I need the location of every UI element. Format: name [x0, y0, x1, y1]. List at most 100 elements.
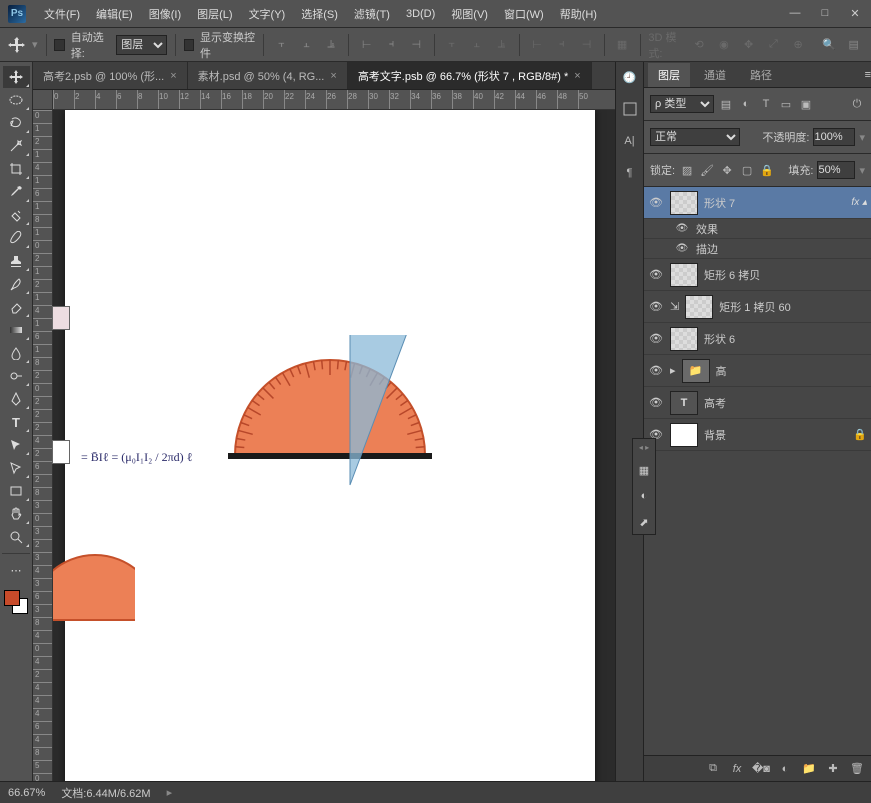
- layer-name[interactable]: 形状 7: [704, 195, 845, 211]
- search-icon[interactable]: 🔍: [820, 34, 839, 56]
- layer-name[interactable]: 高: [716, 363, 867, 379]
- lock-position-icon[interactable]: ✥: [719, 162, 735, 178]
- align-hcenter-icon[interactable]: ⫞: [382, 34, 401, 56]
- adjustments-icon[interactable]: ◐: [636, 488, 652, 504]
- close-icon[interactable]: ×: [330, 70, 336, 82]
- visibility-icon[interactable]: 👁: [648, 268, 664, 281]
- lock-all-icon[interactable]: 🔒: [759, 162, 775, 178]
- visibility-icon[interactable]: 👁: [648, 364, 664, 377]
- filter-adjust-icon[interactable]: ◐: [738, 96, 754, 112]
- ruler-horizontal[interactable]: 0246810121416182022242628303234363840424…: [53, 90, 615, 110]
- window-minimize[interactable]: —: [787, 7, 803, 20]
- menu-window[interactable]: 窗口(W): [496, 6, 552, 22]
- delete-icon[interactable]: 🗑: [849, 761, 865, 777]
- menu-layer[interactable]: 图层(L): [189, 6, 240, 22]
- distribute-top-icon[interactable]: ⫟: [442, 34, 461, 56]
- menu-help[interactable]: 帮助(H): [552, 6, 605, 22]
- align-left-icon[interactable]: ⊢: [357, 34, 376, 56]
- marquee-tool[interactable]: [3, 89, 30, 111]
- menu-filter[interactable]: 滤镜(T): [346, 6, 398, 22]
- layer-item[interactable]: 👁 形状 7 fx ▴: [644, 187, 871, 219]
- libraries-icon[interactable]: ⬈: [636, 514, 652, 530]
- align-top-icon[interactable]: ⫟: [272, 34, 291, 56]
- visibility-icon[interactable]: 👁: [648, 332, 664, 345]
- workspace-icon[interactable]: ▤: [844, 34, 863, 56]
- adjustment-icon[interactable]: ◐: [777, 761, 793, 777]
- distribute-left-icon[interactable]: ⊢: [528, 34, 547, 56]
- 3d-pan-icon[interactable]: ✥: [739, 34, 758, 56]
- show-transform-checkbox[interactable]: [184, 39, 194, 51]
- fx-icon[interactable]: fx: [729, 761, 745, 777]
- blur-tool[interactable]: [3, 342, 30, 364]
- menu-select[interactable]: 选择(S): [293, 6, 346, 22]
- fill-input[interactable]: [817, 161, 855, 179]
- opacity-input[interactable]: [813, 128, 855, 146]
- canvas[interactable]: = B̄Iℓ = (μ₀I₁I₂ / 2πd) ℓ: [53, 110, 615, 781]
- menu-type[interactable]: 文字(Y): [241, 6, 294, 22]
- panel-menu-icon[interactable]: ≡: [865, 69, 871, 81]
- align-vcenter-icon[interactable]: ⫠: [297, 34, 316, 56]
- history-brush-tool[interactable]: [3, 273, 30, 295]
- align-right-icon[interactable]: ⊣: [407, 34, 426, 56]
- layer-thumb[interactable]: [670, 263, 698, 287]
- layer-item[interactable]: 👁 矩形 6 拷贝: [644, 259, 871, 291]
- gradient-tool[interactable]: [3, 319, 30, 341]
- visibility-icon[interactable]: 👁: [648, 300, 664, 313]
- properties-icon[interactable]: ▦: [636, 462, 652, 478]
- eyedropper-tool[interactable]: [3, 181, 30, 203]
- pen-tool[interactable]: [3, 388, 30, 410]
- lock-pixels-icon[interactable]: 🖌: [699, 162, 715, 178]
- dodge-tool[interactable]: [3, 365, 30, 387]
- layer-name[interactable]: 矩形 6 拷贝: [704, 267, 867, 283]
- layer-name[interactable]: 形状 6: [704, 331, 867, 347]
- layer-folder[interactable]: 👁 ▸ 📁 高: [644, 355, 871, 387]
- link-layers-icon[interactable]: ⧉: [705, 761, 721, 777]
- 3d-scale-icon[interactable]: ⊕: [789, 34, 808, 56]
- layer-thumb[interactable]: [685, 295, 713, 319]
- edit-toolbar[interactable]: ⋯: [3, 559, 30, 581]
- group-icon[interactable]: 📁: [801, 761, 817, 777]
- window-close[interactable]: ✕: [847, 7, 863, 20]
- direct-select-tool[interactable]: [3, 457, 30, 479]
- auto-align-icon[interactable]: ▦: [613, 34, 632, 56]
- hand-tool[interactable]: [3, 503, 30, 525]
- doc-size-readout[interactable]: 文档:6.44M/6.62M: [61, 785, 150, 801]
- blend-mode-dropdown[interactable]: 正常: [650, 128, 740, 146]
- path-select-tool[interactable]: [3, 434, 30, 456]
- filter-type-icon[interactable]: T: [758, 96, 774, 112]
- filter-smart-icon[interactable]: ▣: [798, 96, 814, 112]
- expand-icon[interactable]: ▸: [670, 364, 676, 377]
- layer-name[interactable]: 高考: [704, 395, 867, 411]
- layer-thumb[interactable]: [670, 327, 698, 351]
- layer-background[interactable]: 👁 背景 🔒: [644, 419, 871, 451]
- lock-transparent-icon[interactable]: ▨: [679, 162, 695, 178]
- ruler-vertical[interactable]: 0121416181021214161820222426283032343638…: [33, 110, 53, 781]
- document-tab-1[interactable]: 素材.psd @ 50% (4, RG...×: [188, 62, 348, 89]
- menu-image[interactable]: 图像(I): [141, 6, 189, 22]
- stamp-tool[interactable]: [3, 250, 30, 272]
- auto-select-dropdown[interactable]: 图层: [116, 35, 167, 55]
- align-bottom-icon[interactable]: ⫡: [322, 34, 341, 56]
- layer-item[interactable]: 👁 ⇲ 矩形 1 拷贝 60: [644, 291, 871, 323]
- lock-artboard-icon[interactable]: ▢: [739, 162, 755, 178]
- tab-layers[interactable]: 图层: [648, 63, 690, 87]
- visibility-icon[interactable]: 👁: [648, 196, 664, 209]
- brush-tool[interactable]: [3, 227, 30, 249]
- layer-item[interactable]: 👁 形状 6: [644, 323, 871, 355]
- new-layer-icon[interactable]: ✚: [825, 761, 841, 777]
- auto-select-checkbox[interactable]: [54, 39, 64, 51]
- lock-icon[interactable]: 🔒: [853, 428, 867, 441]
- window-maximize[interactable]: □: [817, 7, 833, 20]
- tab-paths[interactable]: 路径: [740, 63, 782, 87]
- filter-toggle-icon[interactable]: ⏻: [849, 96, 865, 112]
- distribute-bottom-icon[interactable]: ⫡: [492, 34, 511, 56]
- filter-shape-icon[interactable]: ▭: [778, 96, 794, 112]
- 3d-slide-icon[interactable]: ⤢: [764, 34, 783, 56]
- filter-pixel-icon[interactable]: ▤: [718, 96, 734, 112]
- move-tool-indicator[interactable]: [8, 35, 26, 55]
- eraser-tool[interactable]: [3, 296, 30, 318]
- layer-item[interactable]: 👁 T 高考: [644, 387, 871, 419]
- layer-effect-item[interactable]: 👁 效果: [644, 219, 871, 239]
- close-icon[interactable]: ×: [574, 70, 580, 82]
- menu-3d[interactable]: 3D(D): [398, 8, 443, 20]
